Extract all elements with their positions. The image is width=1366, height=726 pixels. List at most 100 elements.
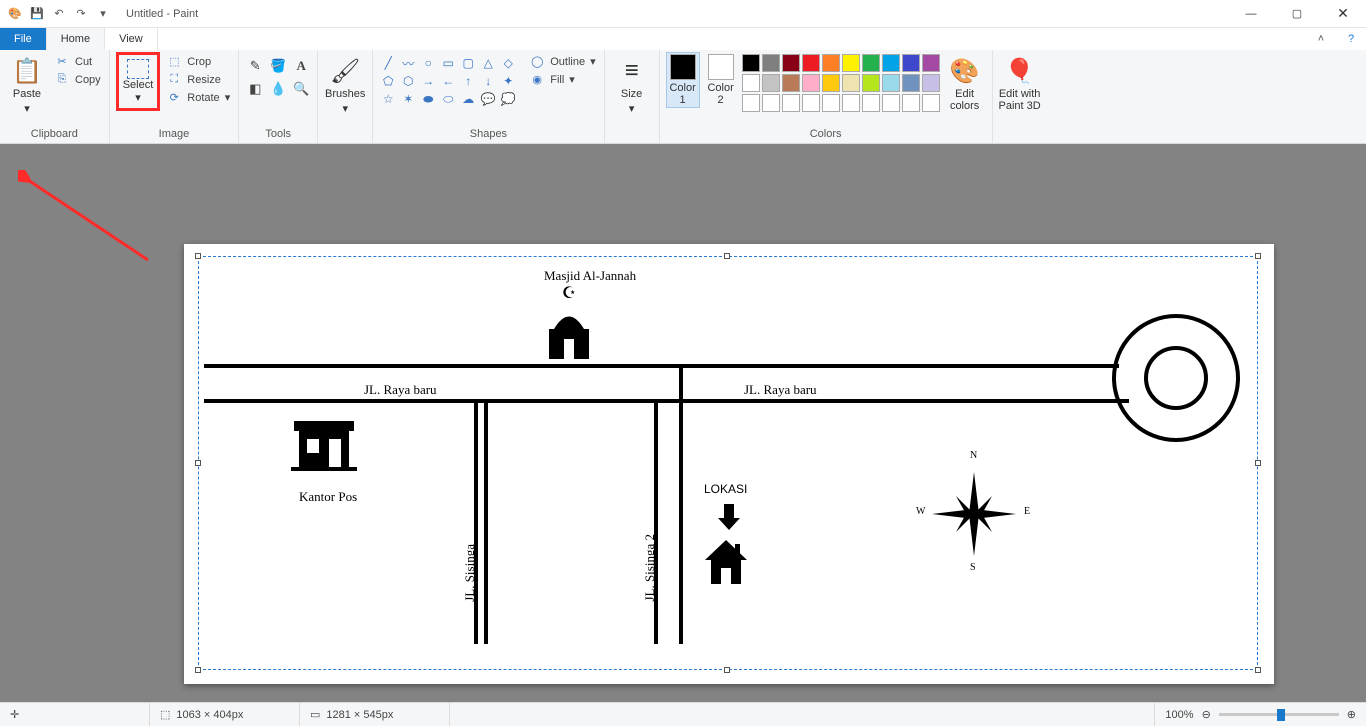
palette-swatch[interactable] [882, 74, 900, 92]
svg-text:☪: ☪ [562, 285, 576, 302]
road-v1b [484, 399, 488, 644]
save-icon[interactable]: 💾 [28, 7, 46, 20]
tab-home[interactable]: Home [47, 28, 105, 50]
zoom-slider[interactable] [1219, 713, 1339, 716]
bucket-tool-icon[interactable]: 🪣 [268, 56, 288, 76]
cut-button[interactable]: ✂Cut [52, 54, 103, 69]
collapse-ribbon-icon[interactable]: ˄ [1306, 28, 1336, 50]
palette-swatch[interactable] [882, 54, 900, 72]
minimize-button[interactable]: — [1228, 0, 1274, 28]
selection-handle-s[interactable] [724, 667, 730, 673]
select-dropdown-icon[interactable]: ▾ [135, 91, 141, 104]
palette-swatch[interactable] [782, 54, 800, 72]
brushes-button[interactable]: 🖌 Brushes ▾ [324, 52, 366, 115]
magnifier-tool-icon[interactable]: 🔍 [291, 79, 311, 99]
paste-button[interactable]: 📋 Paste ▾ [6, 52, 48, 115]
zoom-in-button[interactable]: ⊕ [1347, 708, 1356, 721]
color1-swatch [670, 54, 696, 80]
group-paint3d: 🎈 Edit with Paint 3D [993, 50, 1047, 143]
palette-swatch[interactable] [822, 54, 840, 72]
palette-swatch[interactable] [862, 94, 880, 112]
palette-swatch[interactable] [782, 74, 800, 92]
shapes-gallery[interactable]: ╱〰○▭▢△◇ ⬠⬡→←↑↓✦ ☆✶⬬⬭☁💬💭 [379, 52, 517, 107]
palette-swatch[interactable] [802, 94, 820, 112]
status-bar: ✛ ⬚1063 × 404px ▭1281 × 545px 100% ⊖ ⊕ [0, 702, 1366, 726]
close-button[interactable]: ✕ [1320, 0, 1366, 28]
selection-handle-n[interactable] [724, 253, 730, 259]
palette-swatch[interactable] [902, 54, 920, 72]
palette-swatch[interactable] [822, 74, 840, 92]
canvas-size-icon: ▭ [310, 708, 320, 721]
palette-swatch[interactable] [862, 74, 880, 92]
fill-icon: ◉ [529, 73, 545, 86]
shape-fill-button[interactable]: ◉Fill ▾ [527, 72, 597, 87]
resize-button[interactable]: ⛶Resize [164, 72, 232, 87]
group-colors: Color 1 Color 2 🎨 Edit colors Colors [660, 50, 993, 143]
palette-swatch[interactable] [842, 94, 860, 112]
picker-tool-icon[interactable]: 💧 [268, 79, 288, 99]
group-label-image: Image [116, 126, 233, 143]
size-dropdown-icon[interactable]: ▾ [629, 102, 635, 115]
selection-handle-se[interactable] [1255, 667, 1261, 673]
mosque-icon: ☪ [539, 284, 599, 364]
annotation-arrow-icon [18, 170, 158, 270]
selection-handle-w[interactable] [195, 460, 201, 466]
palette-swatch[interactable] [802, 54, 820, 72]
palette-swatch[interactable] [762, 94, 780, 112]
palette-swatch[interactable] [762, 74, 780, 92]
undo-icon[interactable]: ↶ [50, 7, 68, 20]
palette-swatch[interactable] [922, 54, 940, 72]
edit-colors-button[interactable]: 🎨 Edit colors [944, 52, 986, 112]
eraser-tool-icon[interactable]: ◧ [245, 79, 265, 99]
shape-outline-button[interactable]: ◯Outline ▾ [527, 54, 597, 69]
group-label-shapes: Shapes [379, 126, 597, 143]
select-button[interactable]: Select ▾ [121, 57, 156, 106]
brushes-dropdown-icon[interactable]: ▾ [342, 102, 348, 115]
palette-swatch[interactable] [782, 94, 800, 112]
palette-swatch[interactable] [862, 54, 880, 72]
palette-swatch[interactable] [802, 74, 820, 92]
canvas-workspace[interactable]: Masjid Al-Jannah ☪ JL. Raya baru JL. Ray… [0, 144, 1366, 702]
palette-swatch[interactable] [742, 74, 760, 92]
copy-button[interactable]: ⎘Copy [52, 72, 103, 87]
palette-swatch[interactable] [842, 74, 860, 92]
selection-handle-nw[interactable] [195, 253, 201, 259]
rotate-icon: ⟳ [166, 91, 182, 104]
size-button[interactable]: ≡ Size ▾ [611, 52, 653, 115]
text-tool-icon[interactable]: A [291, 56, 311, 76]
paste-dropdown-icon[interactable]: ▾ [24, 102, 30, 115]
status-filesize [450, 703, 1155, 726]
selection-handle-e[interactable] [1255, 460, 1261, 466]
paint3d-button[interactable]: 🎈 Edit with Paint 3D [999, 52, 1041, 112]
palette-swatch[interactable] [762, 54, 780, 72]
zoom-out-button[interactable]: ⊖ [1202, 708, 1211, 721]
color2-swatch [708, 54, 734, 80]
palette-swatch[interactable] [902, 74, 920, 92]
palette-swatch[interactable] [922, 74, 940, 92]
palette-swatch[interactable] [822, 94, 840, 112]
zoom-slider-thumb[interactable] [1277, 709, 1285, 721]
maximize-button[interactable]: ▢ [1274, 0, 1320, 28]
selection-handle-sw[interactable] [195, 667, 201, 673]
canvas[interactable]: Masjid Al-Jannah ☪ JL. Raya baru JL. Ray… [184, 244, 1274, 684]
color1-button[interactable]: Color 1 [666, 52, 700, 108]
palette-swatch[interactable] [882, 94, 900, 112]
color2-button[interactable]: Color 2 [704, 52, 738, 106]
roundabout-icon [1104, 306, 1254, 456]
tab-view[interactable]: View [105, 28, 158, 50]
crop-button[interactable]: ⬚Crop [164, 54, 232, 69]
qat-dropdown-icon[interactable]: ▾ [94, 7, 112, 20]
help-icon[interactable]: ? [1336, 28, 1366, 50]
palette-swatch[interactable] [902, 94, 920, 112]
palette-swatch[interactable] [922, 94, 940, 112]
palette-swatch[interactable] [742, 94, 760, 112]
redo-icon[interactable]: ↷ [72, 7, 90, 20]
palette-swatch[interactable] [742, 54, 760, 72]
color-palette[interactable] [742, 52, 940, 112]
rotate-button[interactable]: ⟳Rotate ▾ [164, 90, 232, 105]
palette-swatch[interactable] [842, 54, 860, 72]
tab-file[interactable]: File [0, 28, 47, 50]
edit-colors-label: Edit colors [950, 88, 979, 112]
selection-handle-ne[interactable] [1255, 253, 1261, 259]
pencil-tool-icon[interactable]: ✎ [245, 56, 265, 76]
